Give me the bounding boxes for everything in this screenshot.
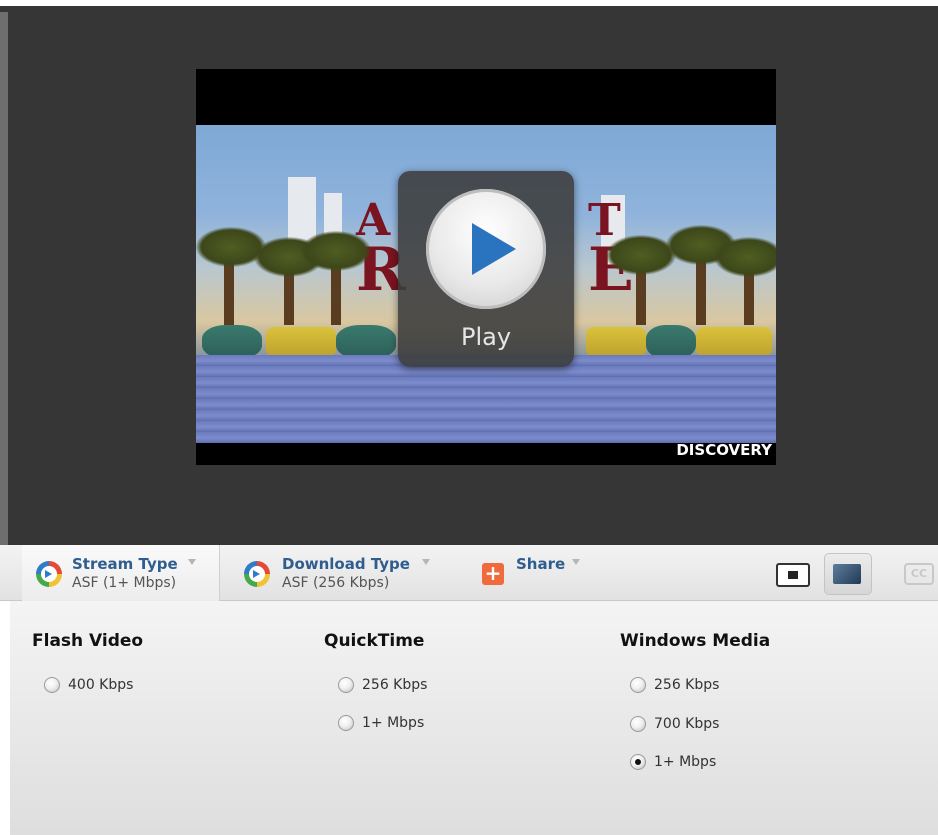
tab-download-type[interactable]: Download Type ASF (256 Kbps) [232, 545, 450, 601]
option-label: 256 Kbps [362, 677, 428, 693]
scene-flowers [266, 327, 336, 357]
fit-screen-icon [776, 563, 810, 587]
player-toolbar: Stream Type ASF (1+ Mbps) Download Type … [0, 545, 938, 601]
fit-screen-button[interactable] [770, 553, 816, 593]
closed-caption-icon: CC [904, 563, 934, 585]
scene-water [196, 355, 776, 443]
scene-shrub [202, 325, 262, 359]
stage-left-edge [0, 12, 8, 551]
radio-button[interactable] [338, 677, 354, 693]
scene-shrub [336, 325, 396, 359]
quicktime-heading: QuickTime [324, 631, 425, 651]
play-button[interactable]: Play [398, 171, 574, 367]
windows-media-heading: Windows Media [620, 631, 771, 651]
radio-button[interactable] [630, 716, 646, 732]
share-plus-icon: + [482, 563, 504, 585]
channel-logo: DISCOVERY [676, 441, 772, 459]
format-options-panel: Flash Video 400 Kbps QuickTime 256 Kbps … [10, 601, 938, 835]
closed-caption-button[interactable]: CC [896, 553, 936, 593]
share-title: Share [516, 555, 566, 573]
option-label: 700 Kbps [654, 716, 720, 732]
play-icon-circle [426, 189, 546, 309]
radio-button-selected[interactable] [630, 754, 646, 770]
palm-crown [714, 237, 776, 277]
scene-flowers [696, 327, 772, 357]
tab-stream-type[interactable]: Stream Type ASF (1+ Mbps) [22, 545, 220, 601]
scene-flowers [586, 327, 646, 357]
palm-crown [301, 231, 371, 271]
radio-button[interactable] [44, 677, 60, 693]
flash-video-heading: Flash Video [32, 631, 144, 651]
option-label: 1+ Mbps [362, 715, 425, 731]
option-label: 400 Kbps [68, 677, 134, 693]
option-label: 1+ Mbps [654, 754, 717, 770]
stream-type-title: Stream Type [72, 555, 178, 573]
stream-type-icon [36, 561, 62, 587]
option-label: 256 Kbps [654, 677, 720, 693]
dropdown-arrow-icon [188, 559, 196, 565]
download-type-value: ASF (256 Kbps) [282, 575, 390, 591]
radio-button[interactable] [630, 677, 646, 693]
stream-type-value: ASF (1+ Mbps) [72, 575, 177, 591]
download-type-title: Download Type [282, 555, 410, 573]
widescreen-icon [833, 564, 861, 584]
dropdown-arrow-icon [422, 559, 430, 565]
tab-share[interactable]: + Share [482, 545, 592, 601]
widescreen-button[interactable] [824, 553, 872, 595]
download-type-icon [244, 561, 270, 587]
play-label: Play [460, 323, 512, 351]
radio-button[interactable] [338, 715, 354, 731]
play-icon [472, 223, 516, 275]
dropdown-arrow-icon [572, 559, 580, 565]
scene-shrub [646, 325, 696, 359]
